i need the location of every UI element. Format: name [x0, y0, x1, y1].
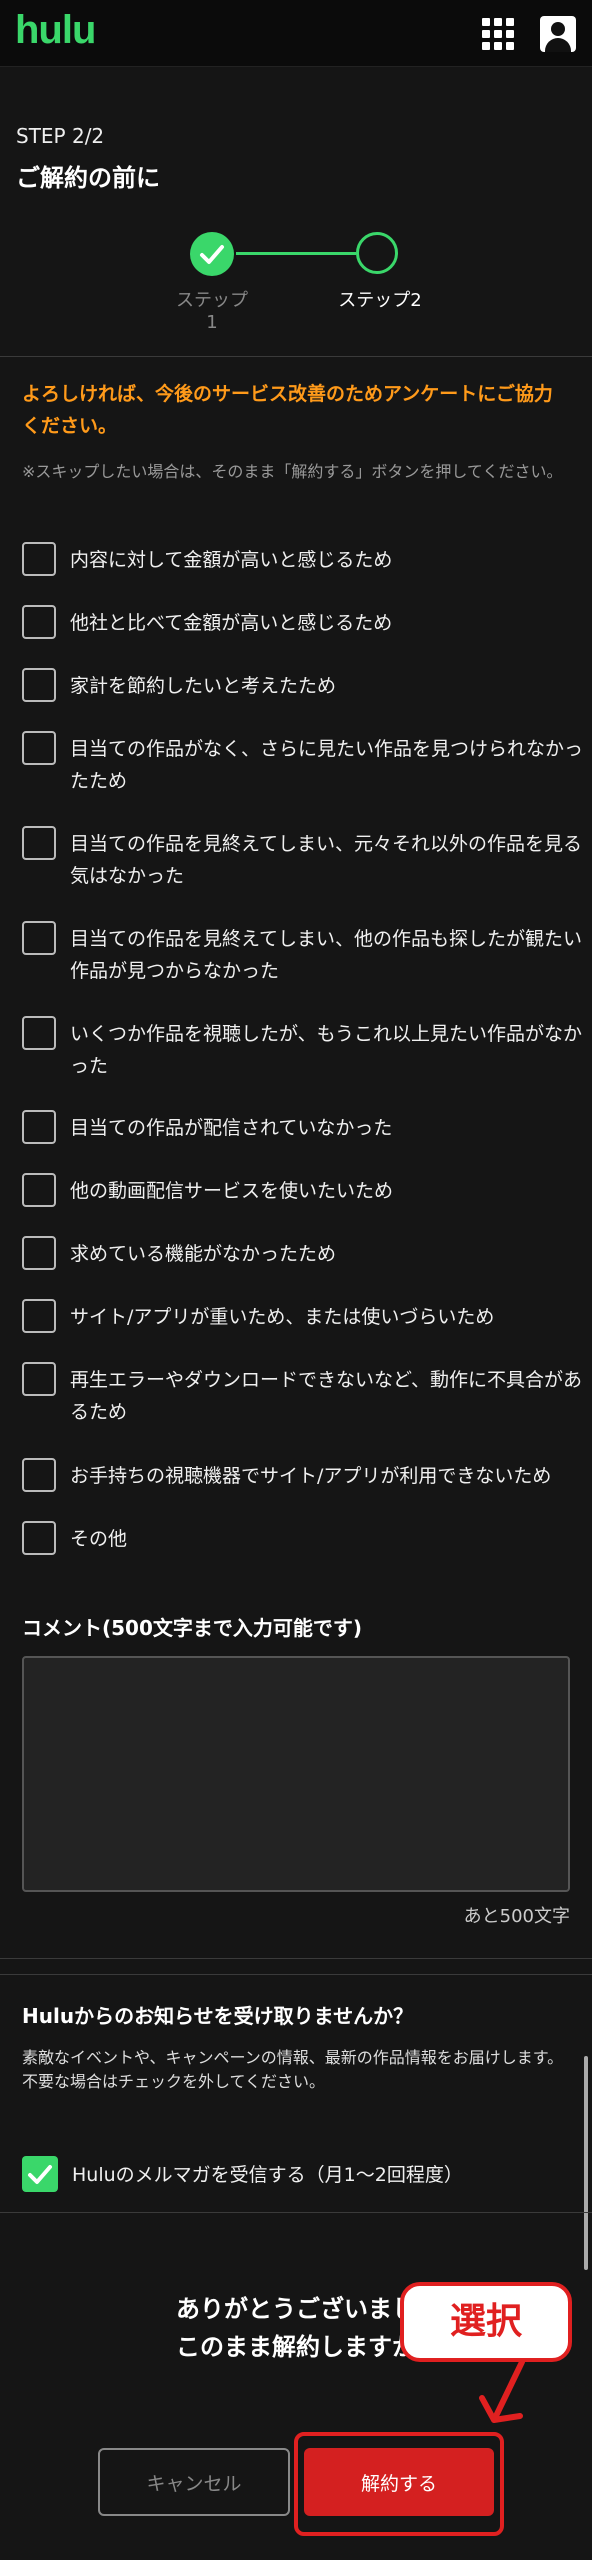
option-label: 内容に対して金額が高いと感じるため: [70, 549, 393, 571]
user-profile-icon[interactable]: [540, 16, 576, 52]
checkbox[interactable]: [22, 668, 56, 702]
comment-label: コメント(500文字まで入力可能です): [22, 1616, 363, 1640]
option-label: 目当ての作品が配信されていなかった: [70, 1117, 393, 1139]
checkbox[interactable]: [22, 1016, 56, 1050]
page-title: ご解約の前に: [16, 164, 160, 192]
checkbox[interactable]: [22, 731, 56, 765]
checkbox[interactable]: [22, 1458, 56, 1492]
option-label: 再生エラーやダウンロードできないなど、動作に不具合があるため: [70, 1369, 583, 1423]
newsletter-checkbox-label[interactable]: Huluのメルマガを受信する（月1〜2回程度）: [72, 2160, 463, 2187]
progress-stepper: ステップ1 ステップ2: [0, 228, 592, 333]
scrollbar[interactable]: [584, 2056, 588, 2270]
option-label: 目当ての作品を見終えてしまい、他の作品も探したが観たい作品が見つからなかった: [70, 928, 583, 982]
step2-circle-icon: [356, 232, 398, 274]
section-divider: [0, 356, 592, 357]
option-label: 家計を節約したいと考えたため: [70, 675, 337, 697]
checkbox[interactable]: [22, 1110, 56, 1144]
comment-textarea[interactable]: [22, 1656, 570, 1892]
unsubscribe-button[interactable]: 解約する: [304, 2448, 494, 2516]
section-divider: [0, 1958, 592, 1959]
option-label: お手持ちの視聴機器でサイト/アプリが利用できないため: [70, 1465, 552, 1487]
hulu-logo[interactable]: hulu: [15, 8, 96, 53]
option-label: 他の動画配信サービスを使いたいため: [70, 1180, 394, 1202]
confirm-line1: ありがとうございまし: [176, 2295, 416, 2323]
newsletter-title: Huluからのお知らせを受け取りませんか？: [22, 2004, 414, 2028]
app-header: hulu: [0, 0, 592, 67]
survey-note-text: ※スキップしたい場合は、そのまま「解約する」ボタンを押してください。: [22, 462, 563, 481]
checkbox[interactable]: [22, 1521, 56, 1555]
checkbox[interactable]: [22, 826, 56, 860]
step1-check-icon: [190, 232, 234, 276]
option-label: 他社と比べて金額が高いと感じるため: [70, 612, 393, 634]
annotation-callout: 選択: [400, 2282, 572, 2362]
checkbox[interactable]: [22, 1236, 56, 1270]
newsletter-checkbox[interactable]: [22, 2156, 58, 2192]
checkbox[interactable]: [22, 605, 56, 639]
checkbox[interactable]: [22, 1362, 56, 1396]
option-label: 目当ての作品を見終えてしまい、元々それ以外の作品を見る気はなかった: [70, 833, 583, 887]
grid-menu-icon[interactable]: [482, 18, 514, 50]
section-divider: [0, 2212, 592, 2213]
step-indicator: STEP 2/2: [16, 124, 105, 148]
option-label: その他: [70, 1528, 128, 1550]
annotation-arrow-icon: [479, 2359, 525, 2423]
checkbox[interactable]: [22, 921, 56, 955]
option-label: 目当ての作品がなく、さらに見たい作品を見つけられなかったため: [70, 738, 584, 792]
option-label: いくつか作品を視聴したが、もうこれ以上見たい作品がなかった: [70, 1023, 583, 1077]
checkbox[interactable]: [22, 1299, 56, 1333]
checkbox[interactable]: [22, 1173, 56, 1207]
newsletter-description: 素敵なイベントや、キャンペーンの情報、最新の作品情報をお届けします。 不要な場合…: [22, 2048, 564, 2091]
stepper-line: [236, 252, 356, 255]
checkmark-icon: [28, 2165, 52, 2184]
section-divider: [0, 1974, 592, 1975]
option-label: 求めている機能がなかったため: [70, 1243, 337, 1265]
option-label: サイト/アプリが重いため、または使いづらいため: [70, 1306, 495, 1328]
survey-lead-text: よろしければ、今後のサービス改善のためアンケートにご協力ください。: [22, 383, 553, 437]
char-count: あと500文字: [463, 1906, 570, 1927]
cancel-button[interactable]: キャンセル: [98, 2448, 290, 2516]
step1-label: ステップ1: [176, 290, 248, 333]
step2-label: ステップ2: [338, 290, 422, 311]
checkbox[interactable]: [22, 542, 56, 576]
callout-label: 選択: [449, 2301, 522, 2342]
